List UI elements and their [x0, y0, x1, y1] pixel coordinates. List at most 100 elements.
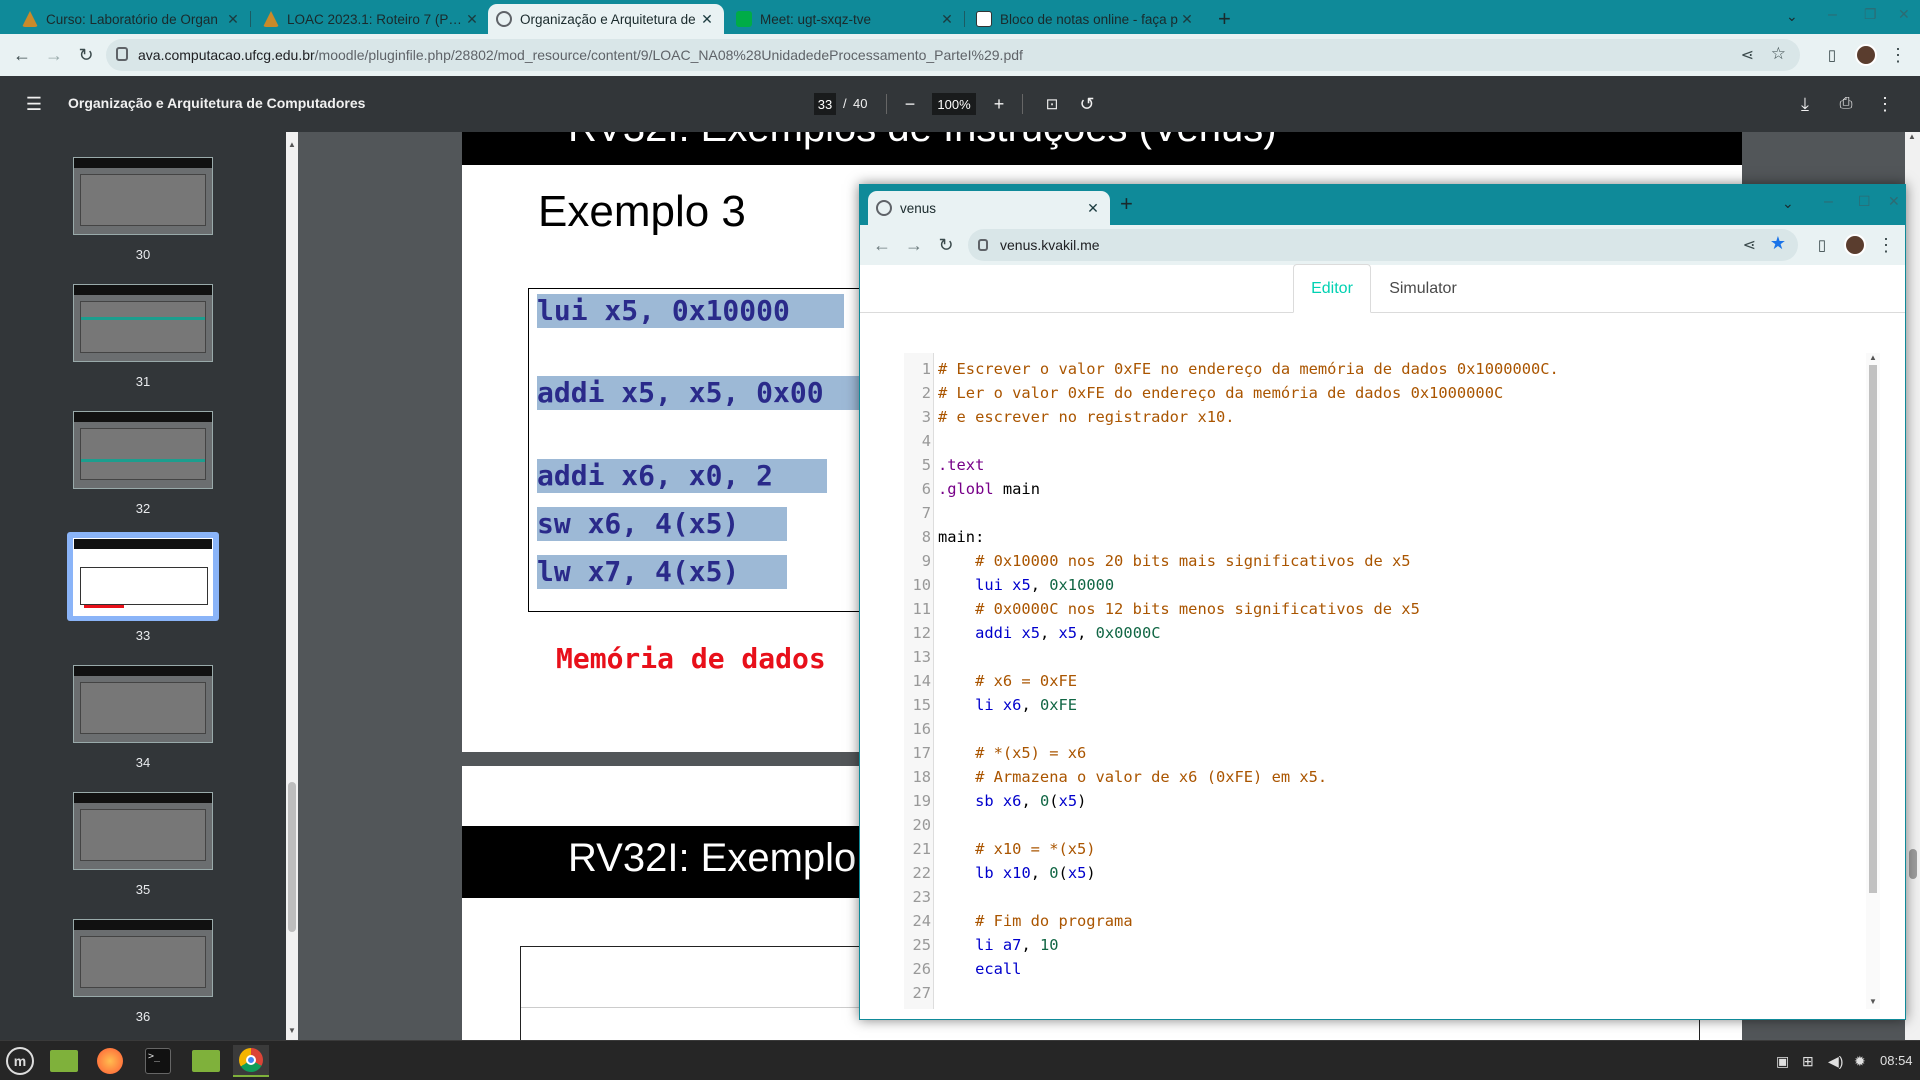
print-icon[interactable]: ⎙: [1834, 92, 1858, 116]
share-icon[interactable]: ⋖: [1741, 45, 1754, 65]
tab-search-icon[interactable]: ⌄: [1782, 195, 1794, 212]
avatar[interactable]: [1844, 234, 1866, 256]
close-window-icon[interactable]: ✕: [1898, 6, 1910, 23]
url-text: ava.computacao.ufcg.edu.br/moodle/plugin…: [138, 47, 1023, 63]
code-text: addi x5, x5, 0x0000C: [975, 624, 1161, 642]
slide-code-line: sw x6, 4(x5): [537, 507, 787, 541]
code-line: 10 lui x5, 0x10000: [904, 573, 1862, 597]
line-number: 24: [912, 912, 931, 930]
side-panel-icon[interactable]: ▯: [1810, 233, 1834, 257]
files-icon[interactable]: [46, 1045, 82, 1077]
code-text: sb x6, 0(x5): [975, 792, 1087, 810]
page-number-input[interactable]: 33: [814, 93, 836, 115]
terminal-icon[interactable]: >_: [140, 1045, 176, 1077]
page-thumbnail-selected[interactable]: [73, 538, 213, 616]
address-bar[interactable]: ava.computacao.ufcg.edu.br/moodle/plugin…: [106, 39, 1800, 71]
fit-page-icon[interactable]: ⊡: [1040, 92, 1064, 116]
chrome-icon[interactable]: [233, 1045, 269, 1077]
line-number: 22: [912, 864, 931, 882]
kebab-menu-icon[interactable]: ⋮: [1886, 43, 1910, 67]
browser-tab[interactable]: Curso: Laboratório de Organ ✕: [14, 4, 250, 34]
minimize-icon[interactable]: –: [1824, 193, 1833, 211]
page-thumbnail[interactable]: [73, 792, 213, 870]
code-text: # *(x5) = x6: [938, 744, 1087, 762]
tab-editor[interactable]: Editor: [1293, 264, 1371, 313]
code-text: # x6 = 0xFE: [938, 672, 1077, 690]
line-number: 20: [912, 816, 931, 834]
document-scrollbar[interactable]: ▲: [1905, 132, 1920, 1040]
page-thumbnail[interactable]: [73, 919, 213, 997]
thumbnail-label: 35: [135, 882, 151, 897]
new-tab-button[interactable]: +: [1120, 191, 1133, 217]
side-panel-icon[interactable]: ▯: [1820, 43, 1844, 67]
volume-icon[interactable]: ◀): [1828, 1053, 1843, 1070]
close-icon[interactable]: ✕: [463, 11, 481, 28]
zoom-input[interactable]: 100%: [932, 93, 976, 115]
page-thumbnail[interactable]: [73, 411, 213, 489]
close-icon[interactable]: ✕: [224, 11, 242, 28]
download-icon[interactable]: ⤓: [1793, 92, 1817, 116]
firefox-icon[interactable]: [92, 1045, 128, 1077]
bookmark-star-filled-icon[interactable]: ★: [1770, 233, 1786, 254]
code-line: 9 # 0x10000 nos 20 bits mais significati…: [904, 549, 1862, 573]
menu-icon[interactable]: m: [2, 1045, 38, 1077]
code-line: 13: [904, 645, 1862, 669]
browser-tab[interactable]: LOAC 2023.1: Roteiro 7 (Parte ✕: [255, 4, 489, 34]
page-thumbnail[interactable]: [73, 157, 213, 235]
back-icon[interactable]: ←: [870, 233, 894, 257]
hamburger-menu-icon[interactable]: ☰: [22, 92, 46, 116]
thumbnail-label: 36: [135, 1009, 151, 1024]
venus-tab[interactable]: venus ✕: [868, 191, 1110, 225]
forward-icon[interactable]: →: [42, 43, 66, 67]
new-tab-button[interactable]: +: [1210, 4, 1242, 34]
scrollbar-thumb[interactable]: [288, 782, 296, 932]
line-number: 8: [921, 528, 931, 546]
reload-icon[interactable]: ↻: [74, 43, 98, 67]
zoom-out-icon[interactable]: −: [898, 92, 922, 116]
moodle-favicon-icon: [263, 11, 279, 27]
restore-icon[interactable]: ☐: [1858, 193, 1871, 210]
page-thumbnail[interactable]: [73, 665, 213, 743]
close-window-icon[interactable]: ✕: [1888, 193, 1900, 210]
zoom-in-icon[interactable]: +: [987, 92, 1011, 116]
close-icon[interactable]: ✕: [698, 11, 716, 28]
code-line: 5 .text: [904, 453, 1862, 477]
kebab-menu-icon[interactable]: ⋮: [1874, 233, 1898, 257]
share-icon[interactable]: ⋖: [1743, 235, 1756, 255]
back-icon[interactable]: ←: [10, 43, 34, 67]
browser-tab-active[interactable]: Organização e Arquitetura de ✕: [488, 4, 724, 34]
brightness-icon[interactable]: ✹: [1854, 1053, 1866, 1070]
close-icon[interactable]: ✕: [1178, 11, 1196, 28]
sidebar-scrollbar[interactable]: ▲ ▼: [286, 132, 298, 1040]
tab-search-icon[interactable]: ⌄: [1786, 8, 1798, 25]
code-editor[interactable]: 1 # Escrever o valor 0xFE no endereço da …: [904, 353, 1862, 1009]
folder-icon[interactable]: [188, 1045, 224, 1077]
close-icon[interactable]: ✕: [938, 11, 956, 28]
avatar[interactable]: [1855, 44, 1877, 66]
reload-icon[interactable]: ↻: [934, 233, 958, 257]
line-number: 23: [912, 888, 931, 906]
forward-icon[interactable]: →: [902, 233, 926, 257]
more-options-icon[interactable]: ⋮: [1873, 92, 1897, 116]
scrollbar-thumb[interactable]: [1869, 365, 1877, 893]
scrollbar-thumb[interactable]: [1909, 849, 1917, 879]
slide-code-line: addi x5, x5, 0x00: [537, 376, 877, 410]
code-text: # 0x10000 nos 20 bits mais significativo…: [938, 552, 1411, 570]
clock[interactable]: 08:54: [1880, 1053, 1913, 1068]
code-text: # Fim do programa: [938, 912, 1133, 930]
bookmark-star-icon[interactable]: ☆: [1771, 44, 1786, 64]
network-icon[interactable]: ⊞: [1802, 1053, 1814, 1070]
minimize-icon[interactable]: –: [1828, 6, 1837, 24]
rotate-icon[interactable]: ↺: [1075, 92, 1099, 116]
address-bar[interactable]: venus.kvakil.me ⋖ ★: [968, 229, 1798, 261]
clipboard-icon[interactable]: ▣: [1776, 1053, 1789, 1070]
tab-simulator[interactable]: Simulator: [1373, 265, 1473, 313]
page-thumbnail[interactable]: [73, 284, 213, 362]
editor-scrollbar[interactable]: ▲ ▼: [1866, 353, 1880, 1009]
restore-icon[interactable]: ❐: [1864, 6, 1877, 23]
browser-tab[interactable]: Bloco de notas online - faça p ✕: [968, 4, 1204, 34]
close-icon[interactable]: ✕: [1084, 200, 1102, 217]
taskbar: m >_ ▣ ⊞ ◀) ✹ 08:54: [0, 1040, 1920, 1080]
slide-code-line: lw x7, 4(x5): [537, 555, 787, 589]
browser-tab[interactable]: Meet: ugt-sxqz-tve ✕: [728, 4, 964, 34]
